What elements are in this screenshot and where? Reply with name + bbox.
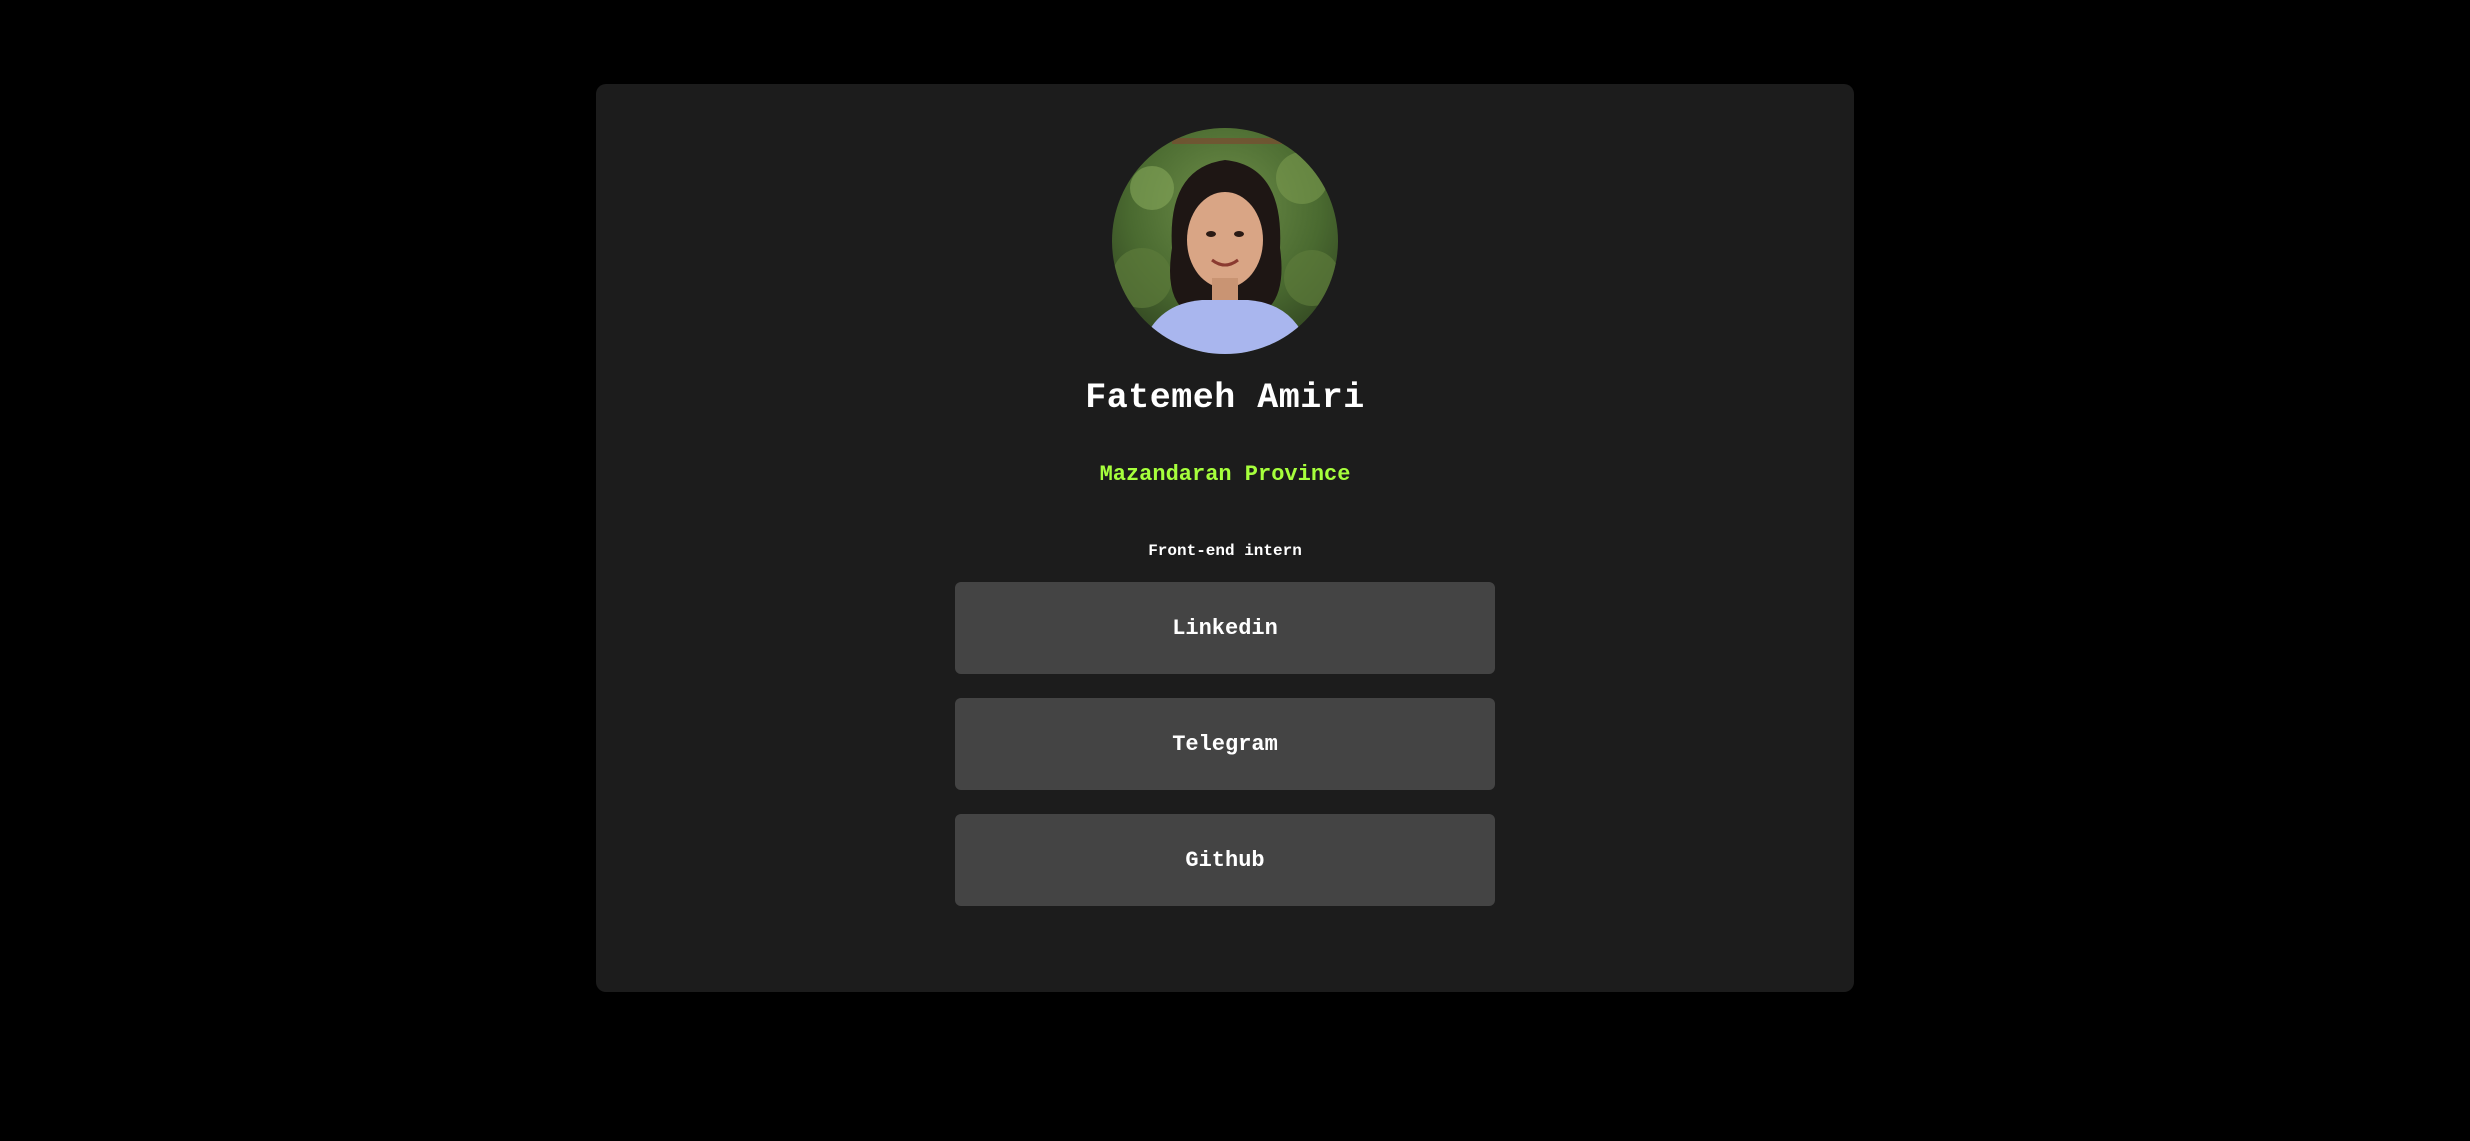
profile-role: Front-end intern — [1148, 542, 1302, 560]
profile-location: Mazandaran Province — [1099, 462, 1351, 487]
telegram-button[interactable]: Telegram — [955, 698, 1495, 790]
github-button[interactable]: Github — [955, 814, 1495, 906]
avatar — [1112, 128, 1338, 354]
profile-photo-icon — [1112, 128, 1338, 354]
profile-card: Fatemeh Amiri Mazandaran Province Front-… — [596, 84, 1854, 992]
social-links: Linkedin Telegram Github — [955, 582, 1495, 906]
linkedin-button[interactable]: Linkedin — [955, 582, 1495, 674]
profile-name: Fatemeh Amiri — [1085, 378, 1365, 418]
